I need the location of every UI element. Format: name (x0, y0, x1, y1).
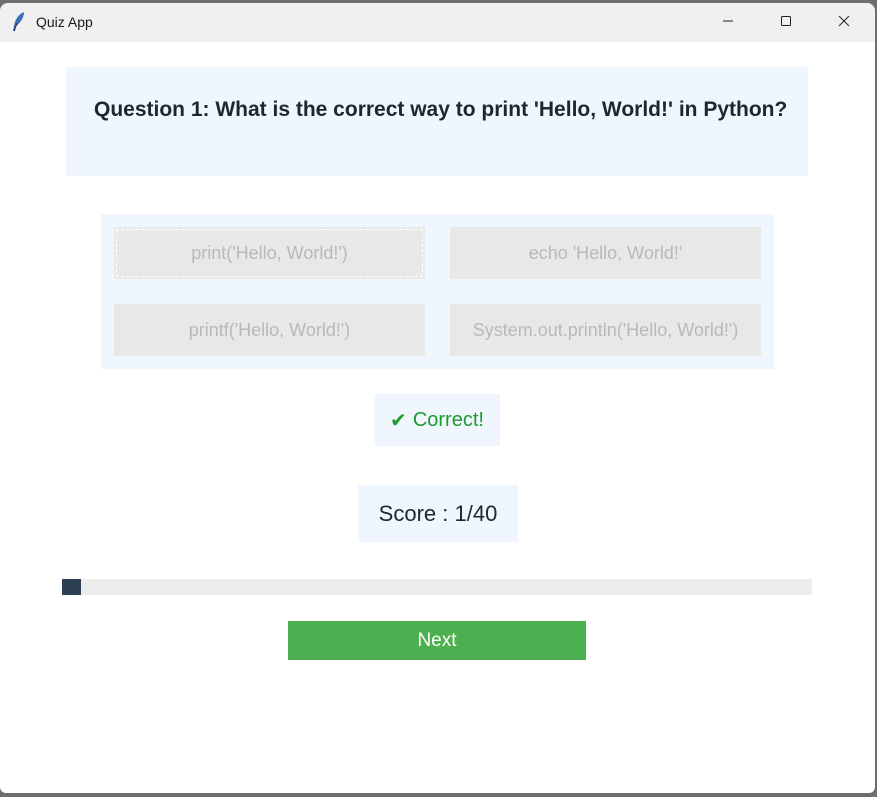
minimize-button[interactable] (699, 3, 757, 42)
maximize-icon (780, 14, 792, 32)
option-button-3[interactable]: printf('Hello, World!') (114, 304, 425, 356)
progress-bar (62, 579, 812, 595)
app-window: Quiz App Question 1: What is the correct… (0, 3, 875, 793)
option-button-1[interactable]: print('Hello, World!') (114, 227, 425, 279)
checkmark-icon: ✔ (390, 409, 407, 432)
feather-icon (11, 11, 27, 33)
options-panel: print('Hello, World!') echo 'Hello, Worl… (101, 214, 774, 369)
close-button[interactable] (815, 3, 873, 42)
title-bar[interactable]: Quiz App (0, 3, 875, 42)
next-button[interactable]: Next (288, 621, 586, 660)
maximize-button[interactable] (757, 3, 815, 42)
score-label: Score : 1/40 (358, 485, 518, 542)
window-title: Quiz App (36, 14, 93, 30)
minimize-icon (722, 14, 734, 32)
feedback-text: Correct! (412, 408, 484, 431)
close-icon (838, 14, 850, 32)
question-panel: Question 1: What is the correct way to p… (66, 67, 808, 176)
option-button-2[interactable]: echo 'Hello, World!' (450, 227, 761, 279)
option-button-4[interactable]: System.out.println('Hello, World!') (450, 304, 761, 356)
progress-fill (62, 579, 81, 595)
feedback-label: ✔ Correct! (374, 394, 500, 446)
question-text: Question 1: What is the correct way to p… (94, 98, 788, 121)
